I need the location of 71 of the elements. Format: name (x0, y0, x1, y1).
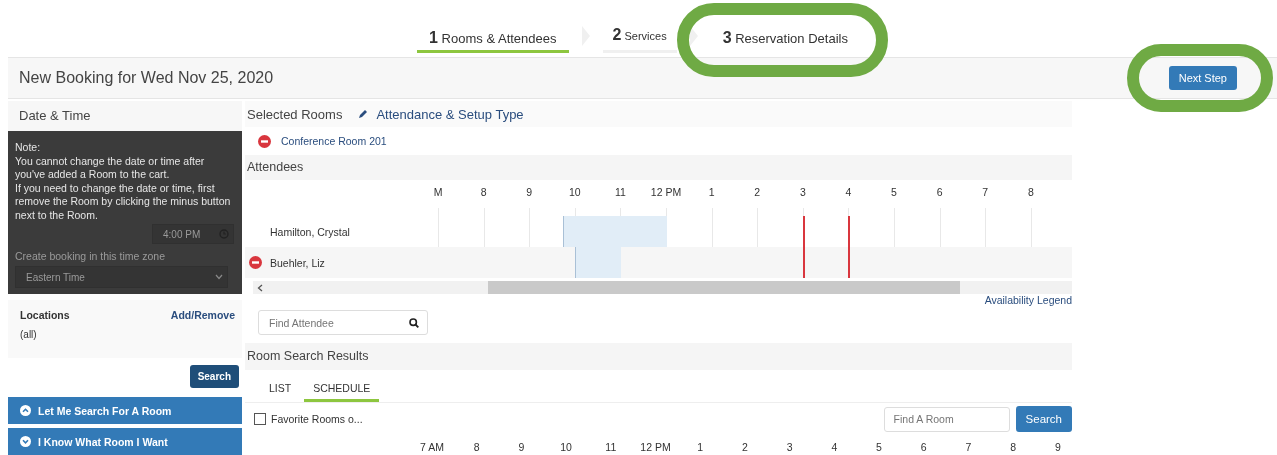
hour-label: 1 (707, 186, 716, 198)
pencil-icon (358, 109, 369, 119)
hour-label: 10 (567, 186, 582, 198)
hour-label: 8 (1009, 441, 1017, 453)
locations-label: Locations (20, 309, 70, 321)
hour-label: 11 (613, 186, 627, 198)
note-heading: Note: (15, 141, 42, 155)
hour-label: 2 (753, 186, 762, 198)
step-tab[interactable]: 3 Reservation Details (710, 29, 860, 53)
hour-label: 8 (1026, 186, 1035, 198)
view-tab[interactable]: SCHEDULE (304, 377, 380, 402)
hour-label: 3 (785, 441, 794, 453)
horizontal-scrollbar[interactable] (253, 281, 1072, 294)
remove-icon (249, 256, 262, 269)
availability-legend-link[interactable]: Availability Legend (984, 294, 1072, 306)
step-tab[interactable]: 1 Rooms & Attendees (417, 29, 569, 53)
note-text: You cannot change the date or time after you've added a Room to the cart. (15, 154, 206, 182)
hour-label: 12 PM (639, 441, 672, 453)
hour-label: 6 (935, 186, 944, 198)
hour-label: 3 (798, 186, 807, 198)
hour-label: 8 (479, 186, 488, 198)
hour-label: 7 AM (419, 441, 445, 453)
hour-label: 9 (525, 186, 534, 198)
section-header: Attendees (245, 155, 1072, 180)
page-title: New Booking for Wed Nov 25, 2020 (19, 69, 274, 87)
hour-label: 4 (830, 441, 839, 453)
hour-label: 5 (875, 441, 883, 453)
meeting-time-line (802, 216, 805, 278)
step-tab[interactable]: 2 Services (602, 20, 677, 53)
hour-label: 1 (696, 441, 705, 453)
hour-label: 8 (472, 441, 481, 453)
room-link[interactable]: Conference Room 201 (281, 135, 387, 147)
scroll-left-icon (257, 283, 263, 292)
next-step-button[interactable]: Next Step (1168, 66, 1237, 90)
meeting-time-line (848, 216, 851, 278)
hour-label: 11 (604, 441, 618, 453)
attendee-name: Hamilton, Crystal (270, 225, 350, 238)
find-room-field[interactable]: Find A Room (883, 406, 1010, 432)
hour-label: 7 (964, 441, 973, 453)
hour-label: 10 (559, 441, 573, 453)
caret-icon (215, 274, 223, 280)
scroll-thumb[interactable] (488, 281, 960, 294)
section-header: Room Search Results (245, 343, 1072, 370)
hour-label: 7 (981, 186, 990, 198)
locations-value: (all) (20, 329, 38, 340)
timezone-select[interactable]: Eastern Time (15, 266, 228, 288)
hour-label: 9 (1053, 441, 1062, 453)
hour-label: 5 (890, 186, 898, 198)
view-tab[interactable]: LIST (260, 377, 301, 402)
find-attendee-field[interactable]: Find Attendee (258, 310, 428, 335)
end-time-field[interactable]: 4:00 PM (152, 224, 234, 244)
hour-label: 4 (844, 186, 853, 198)
hour-label: 6 (919, 441, 928, 453)
note-text: If you need to change the date or time, first remove the Room by clicking the minus button next to the Room. (15, 181, 232, 222)
accordion-header[interactable]: I Know What Room I Want (8, 428, 242, 455)
attendee-name: Buehler, Liz (270, 256, 325, 269)
section-header: Date & Time (8, 101, 242, 131)
section-title: Selected Rooms (247, 106, 343, 122)
favorite-rooms-checkbox[interactable]: Favorite Rooms o... (254, 413, 363, 425)
search-icon (409, 318, 419, 328)
hour-label: 12 PM (649, 186, 683, 198)
remove-icon (258, 134, 271, 148)
hour-label: M (432, 186, 444, 198)
hour-label: 9 (517, 441, 526, 453)
accordion-header[interactable]: Let Me Search For A Room (8, 397, 242, 424)
hour-label: 2 (740, 441, 749, 453)
search-button[interactable]: Search (1015, 406, 1072, 432)
timezone-label: Create booking in this time zone (15, 250, 166, 262)
search-button[interactable]: Search (189, 365, 239, 388)
add-remove-link[interactable]: Add/Remove (170, 309, 235, 321)
attendance-setup-link[interactable]: Attendance & Setup Type (358, 106, 524, 122)
